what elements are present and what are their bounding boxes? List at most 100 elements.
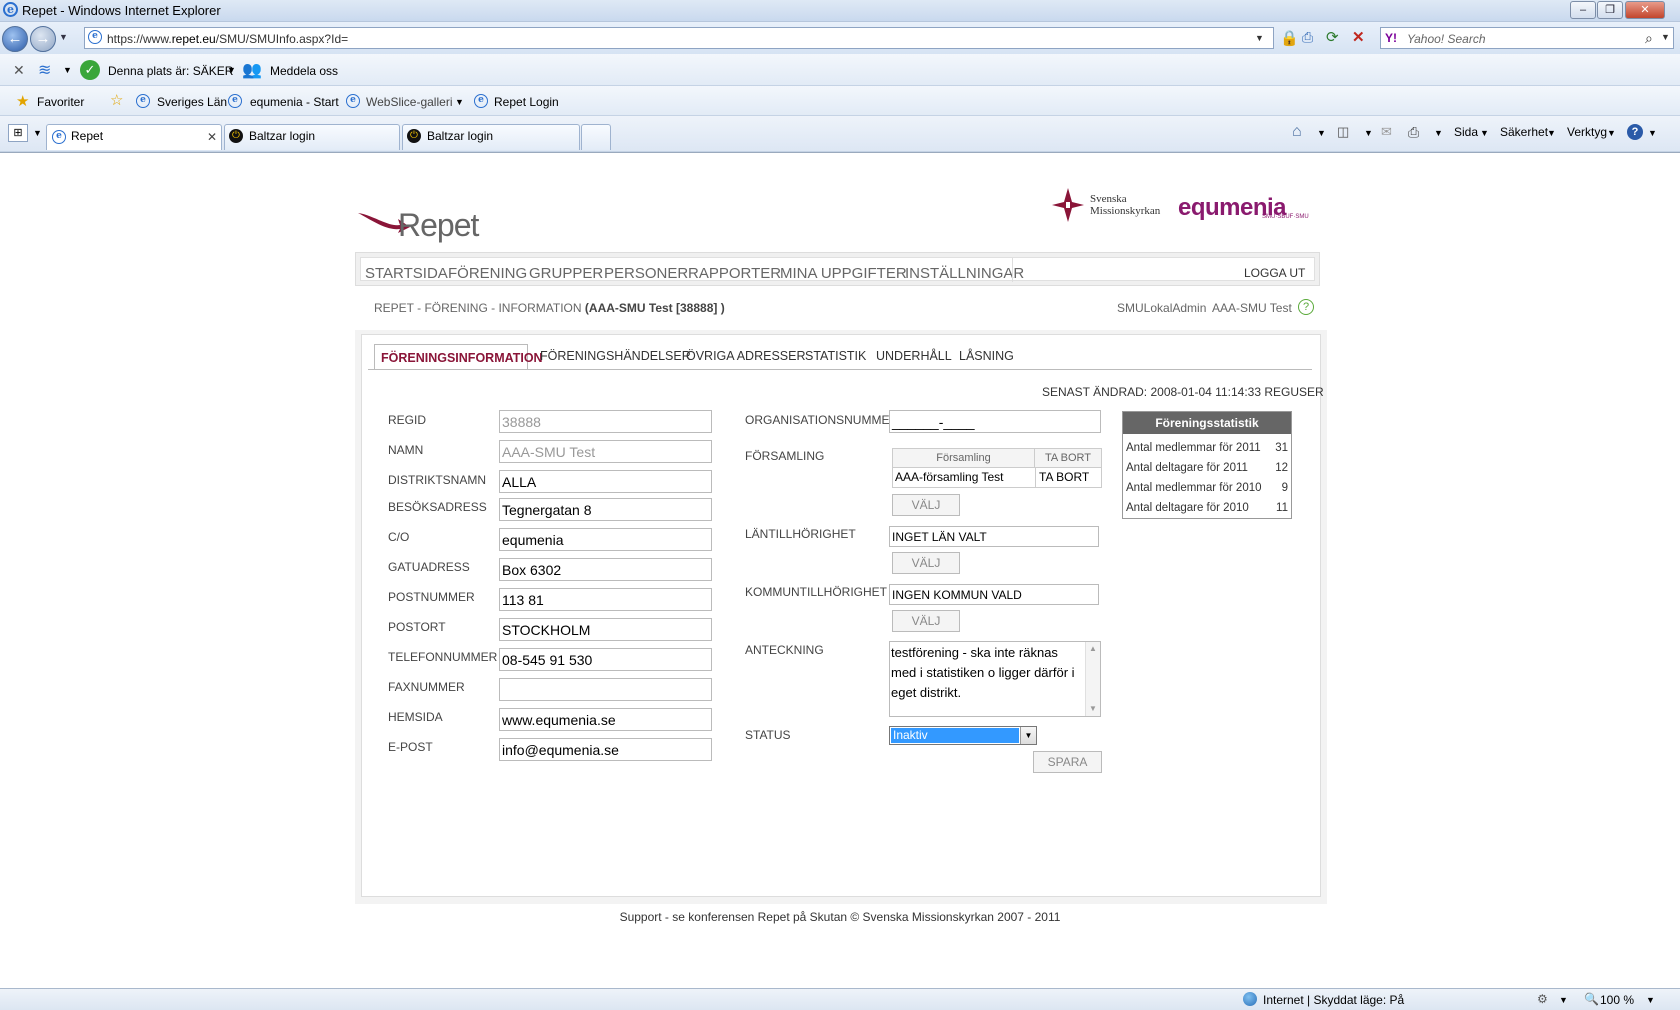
tab-baltzar-1[interactable]: ⏻ Baltzar login — [224, 124, 400, 150]
zoom-icon[interactable]: 🔍 — [1584, 992, 1599, 1006]
forsamling-remove-link[interactable]: TA BORT — [1035, 468, 1101, 488]
status-dropdown-icon[interactable]: ▼ — [1020, 727, 1036, 744]
subtab-foreningshandelser[interactable]: FÖRENINGSHÄNDELSER — [540, 349, 691, 363]
kommun-choose-button[interactable]: VÄLJ — [892, 610, 960, 632]
protected-mode-icon[interactable]: ⚙ — [1537, 992, 1548, 1006]
lan-choose-button[interactable]: VÄLJ — [892, 552, 960, 574]
help-icon[interactable]: ? — [1627, 124, 1643, 140]
logout-link[interactable]: LOGGA UT — [1244, 266, 1305, 280]
menu-rapporter[interactable]: RAPPORTER — [688, 265, 781, 282]
menu-personer[interactable]: PERSONER — [604, 265, 688, 282]
minimize-button[interactable]: – — [1570, 1, 1596, 19]
tab-repet[interactable]: e Repet ✕ — [46, 124, 222, 150]
search-dropdown-icon[interactable]: ▼ — [1661, 32, 1670, 42]
subtab-ovriga-adresser[interactable]: ÖVRIGA ADRESSER — [686, 349, 805, 363]
protected-dropdown-icon[interactable]: ▼ — [1559, 995, 1568, 1005]
gatuadress-field[interactable]: Box 6302 — [499, 558, 712, 581]
forsamling-choose-button[interactable]: VÄLJ — [892, 494, 960, 516]
page-menu[interactable]: Sida — [1454, 125, 1478, 139]
home-icon[interactable]: ⌂ — [1292, 123, 1302, 141]
label-distrikt: DISTRIKTSNAMN — [388, 473, 487, 487]
search-icon[interactable]: ⌕ — [1645, 30, 1653, 47]
globe-icon — [1243, 992, 1257, 1006]
safety-dropdown-icon[interactable]: ▼ — [1547, 128, 1556, 138]
tab-list-dropdown-icon[interactable]: ▼ — [33, 128, 42, 138]
stat-value: 9 — [1281, 482, 1288, 494]
close-window-button[interactable]: ✕ — [1625, 1, 1665, 19]
address-field[interactable]: e https://www.repet.eu/SMU/SMUInfo.aspx?… — [84, 27, 1274, 49]
save-button[interactable]: SPARA — [1033, 751, 1102, 773]
postort-field[interactable]: STOCKHOLM — [499, 618, 712, 641]
telefon-field[interactable]: 08-545 91 530 — [499, 648, 712, 671]
close-tab-icon[interactable]: ✕ — [207, 130, 217, 144]
print-icon[interactable]: ⎙ — [1408, 124, 1419, 141]
feeds-dropdown-icon[interactable]: ▼ — [1364, 128, 1373, 138]
help-question-icon[interactable]: ? — [1298, 299, 1314, 315]
security-status[interactable]: Denna plats är: SÄKER — [108, 64, 233, 78]
compatibility-icon[interactable]: ⎙ — [1302, 29, 1313, 46]
security-dropdown-icon[interactable]: ▼ — [227, 65, 236, 75]
anteckning-scrollbar[interactable]: ▲ ▼ — [1085, 642, 1100, 716]
fax-field[interactable] — [499, 678, 712, 701]
menu-forening[interactable]: FÖRENING — [448, 265, 527, 282]
favorite-link-sveriges[interactable]: Sveriges Län — [157, 95, 227, 109]
history-dropdown-icon[interactable]: ▼ — [59, 32, 68, 42]
wifi-dropdown-icon[interactable]: ▼ — [63, 65, 72, 75]
favorite-link-webslice[interactable]: WebSlice-galleri — [366, 95, 452, 109]
scroll-up-icon[interactable]: ▲ — [1089, 644, 1097, 653]
postnummer-field[interactable]: 113 81 — [499, 588, 712, 611]
search-field[interactable]: Y! Yahoo! Search ⌕ ▼ — [1380, 27, 1674, 49]
subtab-lasning[interactable]: LÅSNING — [959, 349, 1014, 363]
menu-grupper[interactable]: GRUPPER — [529, 265, 603, 282]
mail-icon[interactable]: ✉ — [1381, 124, 1392, 140]
favorite-link-equmenia[interactable]: equmenia - Start — [250, 95, 339, 109]
add-favorite-icon[interactable]: ☆ — [110, 91, 123, 109]
feeds-icon[interactable]: ◫ — [1337, 124, 1349, 140]
address-dropdown-icon[interactable]: ▼ — [1255, 33, 1264, 43]
menu-installningar[interactable]: INSTÄLLNINGAR — [905, 265, 1024, 282]
webslice-dropdown-icon[interactable]: ▼ — [455, 97, 464, 107]
user-role[interactable]: SMULokalAdmin — [1117, 301, 1206, 315]
status-select[interactable]: Inaktiv ▼ — [889, 726, 1037, 745]
scroll-down-icon[interactable]: ▼ — [1089, 704, 1097, 713]
power-icon: ⏻ — [229, 129, 243, 143]
epost-field[interactable]: info@equmenia.se — [499, 738, 712, 761]
security-zone[interactable]: Internet | Skyddat läge: På — [1263, 993, 1404, 1007]
menu-startsida[interactable]: STARTSIDA — [365, 265, 448, 282]
menu-mina-uppgifter[interactable]: MINA UPPGIFTER — [780, 265, 907, 282]
refresh-icon[interactable]: ⟳ — [1326, 28, 1339, 46]
forward-button[interactable]: → — [30, 26, 56, 52]
besoksadress-field[interactable]: Tegnergatan 8 — [499, 498, 712, 521]
stat-row: Antal deltagare för 2010 11 — [1126, 502, 1288, 514]
co-field[interactable]: equmenia — [499, 528, 712, 551]
subtab-statistik[interactable]: STATISTIK — [805, 349, 866, 363]
favorite-link-repet-login[interactable]: Repet Login — [494, 95, 559, 109]
quick-tabs-icon[interactable]: ⊞ — [8, 124, 28, 142]
home-dropdown-icon[interactable]: ▼ — [1317, 128, 1326, 138]
page-dropdown-icon[interactable]: ▼ — [1480, 128, 1489, 138]
new-tab-button[interactable] — [581, 124, 611, 150]
subtab-foreningsinformation[interactable]: FÖRENINGSINFORMATION — [374, 344, 543, 370]
tools-menu[interactable]: Verktyg — [1567, 125, 1607, 139]
print-dropdown-icon[interactable]: ▼ — [1434, 128, 1443, 138]
tools-dropdown-icon[interactable]: ▼ — [1607, 128, 1616, 138]
user-org[interactable]: AAA-SMU Test — [1212, 301, 1292, 315]
wifi-icon[interactable]: ≋ — [38, 60, 51, 80]
favorites-button[interactable]: Favoriter — [37, 95, 84, 109]
safety-menu[interactable]: Säkerhet — [1500, 125, 1548, 139]
tab-baltzar-2[interactable]: ⏻ Baltzar login — [402, 124, 580, 150]
distrikt-field[interactable]: ALLA — [499, 470, 712, 493]
back-button[interactable]: ← — [2, 26, 28, 52]
orgnr-field[interactable]: ______-____ — [889, 410, 1101, 433]
hemsida-field[interactable]: www.equmenia.se — [499, 708, 712, 731]
anteckning-textarea[interactable]: testförening - ska inte räknas med i sta… — [889, 641, 1101, 717]
report-link[interactable]: Meddela oss — [270, 64, 338, 78]
help-dropdown-icon[interactable]: ▼ — [1648, 128, 1657, 138]
zoom-dropdown-icon[interactable]: ▼ — [1646, 995, 1655, 1005]
zoom-level[interactable]: 100 % — [1600, 993, 1634, 1007]
stop-icon[interactable]: ✕ — [1352, 28, 1365, 46]
lock-icon[interactable]: 🔒 — [1280, 29, 1299, 47]
subtab-underhall[interactable]: UNDERHÅLL — [876, 349, 952, 363]
maximize-button[interactable]: ❐ — [1597, 1, 1623, 19]
close-toolbar-icon[interactable]: ✕ — [13, 62, 25, 79]
